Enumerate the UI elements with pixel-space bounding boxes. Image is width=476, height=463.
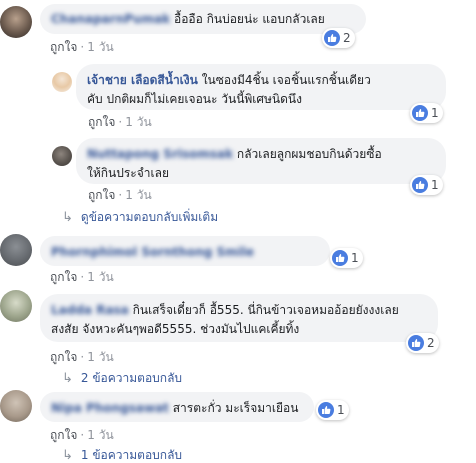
avatar[interactable]	[0, 290, 32, 322]
reaction-number: 2	[343, 31, 351, 45]
comment-author[interactable]: Nipa Phongsawat	[51, 401, 169, 415]
replies-count-label: 1 ข้อความตอบกลับ	[80, 448, 183, 462]
comment-text-line2: สงสัย จังหวะคันๆพอดี5555. ช่วงมันไปแคเคี…	[51, 322, 300, 336]
reaction-number: 1	[351, 251, 359, 265]
like-button[interactable]: ถูกใจ	[50, 270, 77, 284]
avatar[interactable]	[0, 6, 32, 38]
like-button[interactable]: ถูกใจ	[50, 428, 77, 442]
timestamp[interactable]: 1 วัน	[87, 350, 113, 364]
avatar[interactable]	[52, 72, 72, 92]
reaction-count[interactable]: 2	[406, 333, 439, 353]
timestamp[interactable]: 1 วัน	[87, 270, 113, 284]
reply-arrow-icon: ↳	[62, 210, 73, 225]
comment-bubble: Nuttapong Srisomsak กลัวเลยลูกผมชอบกินด้…	[76, 138, 446, 184]
like-button[interactable]: ถูกใจ	[88, 188, 115, 202]
comment-actions: ถูกใจ · 1 วัน	[50, 40, 114, 54]
like-reaction-icon	[318, 402, 334, 418]
comment-bubble: Ladda Rasa กินเสร็จเดี๋ยวก็ อื้555. นี่ก…	[40, 294, 438, 342]
view-replies-link[interactable]: ↳ 1 ข้อความตอบกลับ	[62, 446, 182, 463]
like-reaction-icon	[408, 335, 424, 351]
comment-text: กินเสร็จเดี๋ยวก็ อื้555. นี่กินข้าวเจอหม…	[132, 303, 399, 317]
comment-bubble: Nipa Phongsawat สารตะกั่ว มะเร็จมาเยือน	[40, 392, 314, 422]
timestamp[interactable]: 1 วัน	[125, 115, 151, 129]
comment-actions: ถูกใจ · 1 วัน	[88, 188, 152, 202]
timestamp[interactable]: 1 วัน	[125, 188, 151, 202]
comment-bubble: เจ้าชาย เลือดสีน้ำเงิน ในซองมี4ชิ้น เจอช…	[76, 64, 446, 110]
like-reaction-icon	[412, 177, 428, 193]
reaction-count[interactable]: 1	[410, 103, 443, 123]
reply-arrow-icon: ↳	[62, 371, 73, 386]
comment-text-line2: คับ ปกติผมก็ไม่เคยเจอนะ วันนี้พิเศษนิดนึ…	[87, 92, 302, 106]
timestamp[interactable]: 1 วัน	[87, 40, 113, 54]
comment-text: กลัวเลยลูกผมชอบกินด้วยซื้อ	[236, 147, 382, 161]
reply-arrow-icon: ↳	[62, 448, 73, 463]
comment-bubble: Phornphimol Sornthong Smile	[40, 236, 330, 266]
reaction-number: 1	[431, 178, 439, 192]
like-reaction-icon	[324, 30, 340, 46]
timestamp[interactable]: 1 วัน	[87, 428, 113, 442]
avatar[interactable]	[52, 146, 72, 166]
like-button[interactable]: ถูกใจ	[50, 40, 77, 54]
comment-author[interactable]: เจ้าชาย เลือดสีน้ำเงิน	[87, 73, 198, 87]
view-more-replies-label: ดูข้อความตอบกลับเพิ่มเติม	[80, 210, 219, 224]
comment-author[interactable]: ChanaparnPumak	[51, 12, 170, 26]
reaction-count[interactable]: 1	[330, 248, 363, 268]
avatar[interactable]	[0, 234, 32, 266]
comment-author[interactable]: Ladda Rasa	[51, 303, 129, 317]
comment-author[interactable]: Phornphimol Sornthong Smile	[51, 245, 254, 259]
comment-actions: ถูกใจ · 1 วัน	[50, 350, 114, 364]
comment-bubble: ChanaparnPumak อื้ออือ กินบ่อยน่ะ แอบกลั…	[40, 4, 366, 34]
replies-count-label: 2 ข้อความตอบกลับ	[80, 371, 183, 385]
reaction-number: 2	[427, 336, 435, 350]
like-button[interactable]: ถูกใจ	[88, 115, 115, 129]
like-reaction-icon	[412, 105, 428, 121]
reaction-count[interactable]: 1	[316, 400, 349, 420]
comment-author[interactable]: Nuttapong Srisomsak	[87, 147, 233, 161]
avatar[interactable]	[0, 390, 32, 422]
comment-text-line2: ให้กินประจำเลย	[87, 166, 170, 180]
like-button[interactable]: ถูกใจ	[50, 350, 77, 364]
reaction-count[interactable]: 2	[322, 28, 355, 48]
reaction-number: 1	[337, 403, 345, 417]
reaction-number: 1	[431, 106, 439, 120]
comment-text: อื้ออือ กินบ่อยน่ะ แอบกลัวเลย	[173, 12, 325, 26]
comment-text: สารตะกั่ว มะเร็จมาเยือน	[172, 401, 299, 415]
reaction-count[interactable]: 1	[410, 175, 443, 195]
view-replies-link[interactable]: ↳ 2 ข้อความตอบกลับ	[62, 369, 182, 388]
view-more-replies-link[interactable]: ↳ ดูข้อความตอบกลับเพิ่มเติม	[62, 208, 218, 227]
comment-text: ในซองมี4ชิ้น เจอชิ้นแรกชิ้นเดียว	[201, 73, 371, 87]
comment-actions: ถูกใจ · 1 วัน	[50, 428, 114, 442]
comment-actions: ถูกใจ · 1 วัน	[50, 270, 114, 284]
like-reaction-icon	[332, 250, 348, 266]
comment-actions: ถูกใจ · 1 วัน	[88, 115, 152, 129]
